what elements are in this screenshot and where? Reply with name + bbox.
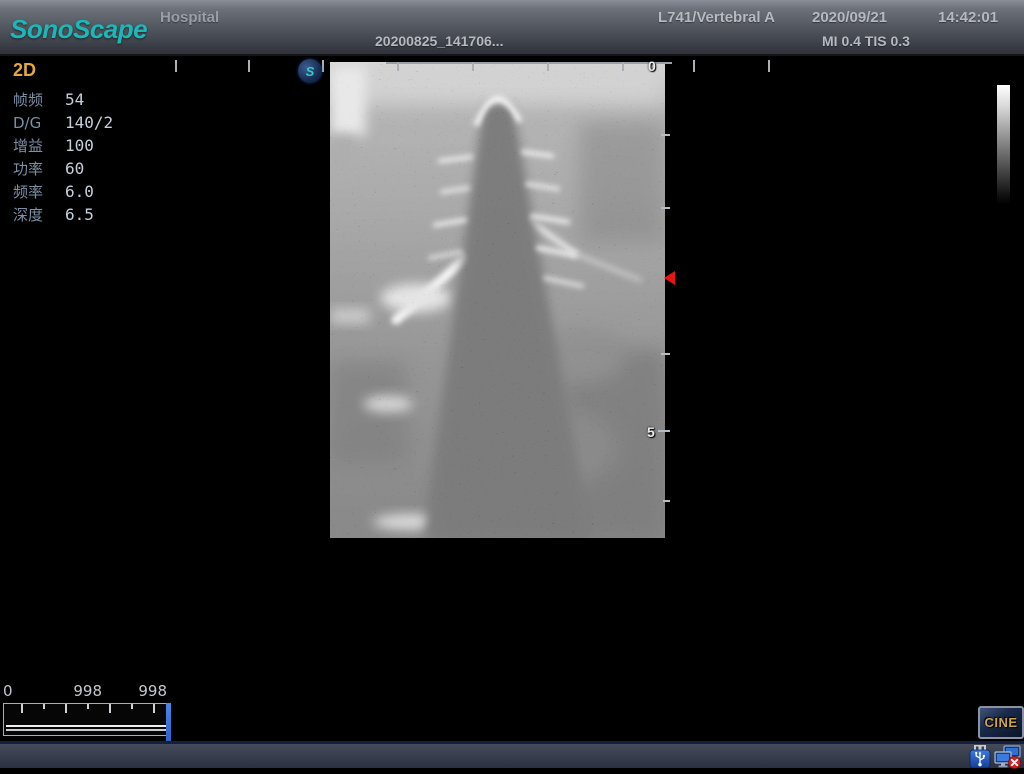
cine-tick [87,704,89,709]
grayscale-bar [997,85,1010,205]
cine-tick [21,704,23,713]
cine-total-label: 998 [64,682,102,700]
param-value: 60 [65,159,84,178]
depth-tick-2cm [661,207,670,209]
depth-tick-6cm [663,500,670,502]
cine-tick [43,704,45,709]
param-row-dg: D/G 140/2 [13,111,163,134]
param-label: 帧频 [13,89,65,110]
clock-time: 14:42:01 [938,9,998,26]
cine-groove-line [6,729,166,731]
param-row-depth: 深度 6.5 [13,203,163,226]
param-label: 深度 [13,204,65,225]
mi-tis-readout: MI 0.4 TIS 0.3 [822,33,910,49]
top-scale-tick [397,62,399,71]
param-value: 54 [65,90,84,109]
depth-5cm-label: 5 [647,424,655,440]
usb-device-icon[interactable] [969,745,991,773]
top-scale-tick [622,62,624,71]
system-taskbar [0,741,1024,768]
param-label: 频率 [13,181,65,202]
cine-position-marker[interactable] [166,703,171,741]
param-label: D/G [13,114,65,132]
mode-label: 2D [13,60,163,81]
probe-preset: L741/Vertebral A [658,9,775,26]
cine-button-label: CINE [984,715,1017,730]
top-scale-tick [175,60,177,72]
network-disconnected-icon[interactable] [993,745,1022,774]
depth-tick-4cm [661,353,670,355]
param-label: 增益 [13,135,65,156]
param-value: 6.5 [65,205,94,224]
imaging-parameters-panel: 2D 帧频 54 D/G 140/2 增益 100 功率 60 频率 6.0 深… [13,60,163,226]
probe-marker-letter: S [306,64,315,79]
param-row-power: 功率 60 [13,157,163,180]
param-row-frame-rate: 帧频 54 [13,88,163,111]
param-row-frequency: 频率 6.0 [13,180,163,203]
cine-tick [65,704,67,713]
cine-current-label: 998 [129,682,167,700]
top-scale-tick [248,60,250,72]
hospital-name: Hospital [160,9,219,26]
param-value: 6.0 [65,182,94,201]
top-scale-line [386,62,672,64]
cine-tick [153,704,155,713]
top-scale-tick [693,60,695,72]
cine-tick [109,704,111,713]
depth-zero-label: 0 [648,58,656,74]
sonoscape-logo: SonoScape [10,14,147,45]
cine-groove-line [6,725,166,727]
cine-tick [131,704,133,709]
cine-button[interactable]: CINE [978,706,1024,739]
depth-tick-1cm [661,134,670,136]
exam-date: 2020/09/21 [812,9,887,26]
probe-orientation-marker-icon: S [298,59,322,83]
top-scale-tick [472,62,474,71]
title-bar: SonoScape Hospital 20200825_141706... L7… [0,0,1024,56]
param-value: 140/2 [65,113,113,132]
focus-marker-icon [664,271,675,285]
param-label: 功率 [13,158,65,179]
cine-progress-track[interactable] [3,703,169,736]
top-scale-tick [322,60,324,72]
exam-file-name: 20200825_141706... [375,33,503,49]
param-row-gain: 增益 100 [13,134,163,157]
top-scale-tick [768,60,770,72]
depth-tick-5cm [658,430,670,432]
top-scale-tick [547,62,549,71]
cine-start-label: 0 [3,682,13,700]
ultrasound-image [330,62,665,538]
param-value: 100 [65,136,94,155]
